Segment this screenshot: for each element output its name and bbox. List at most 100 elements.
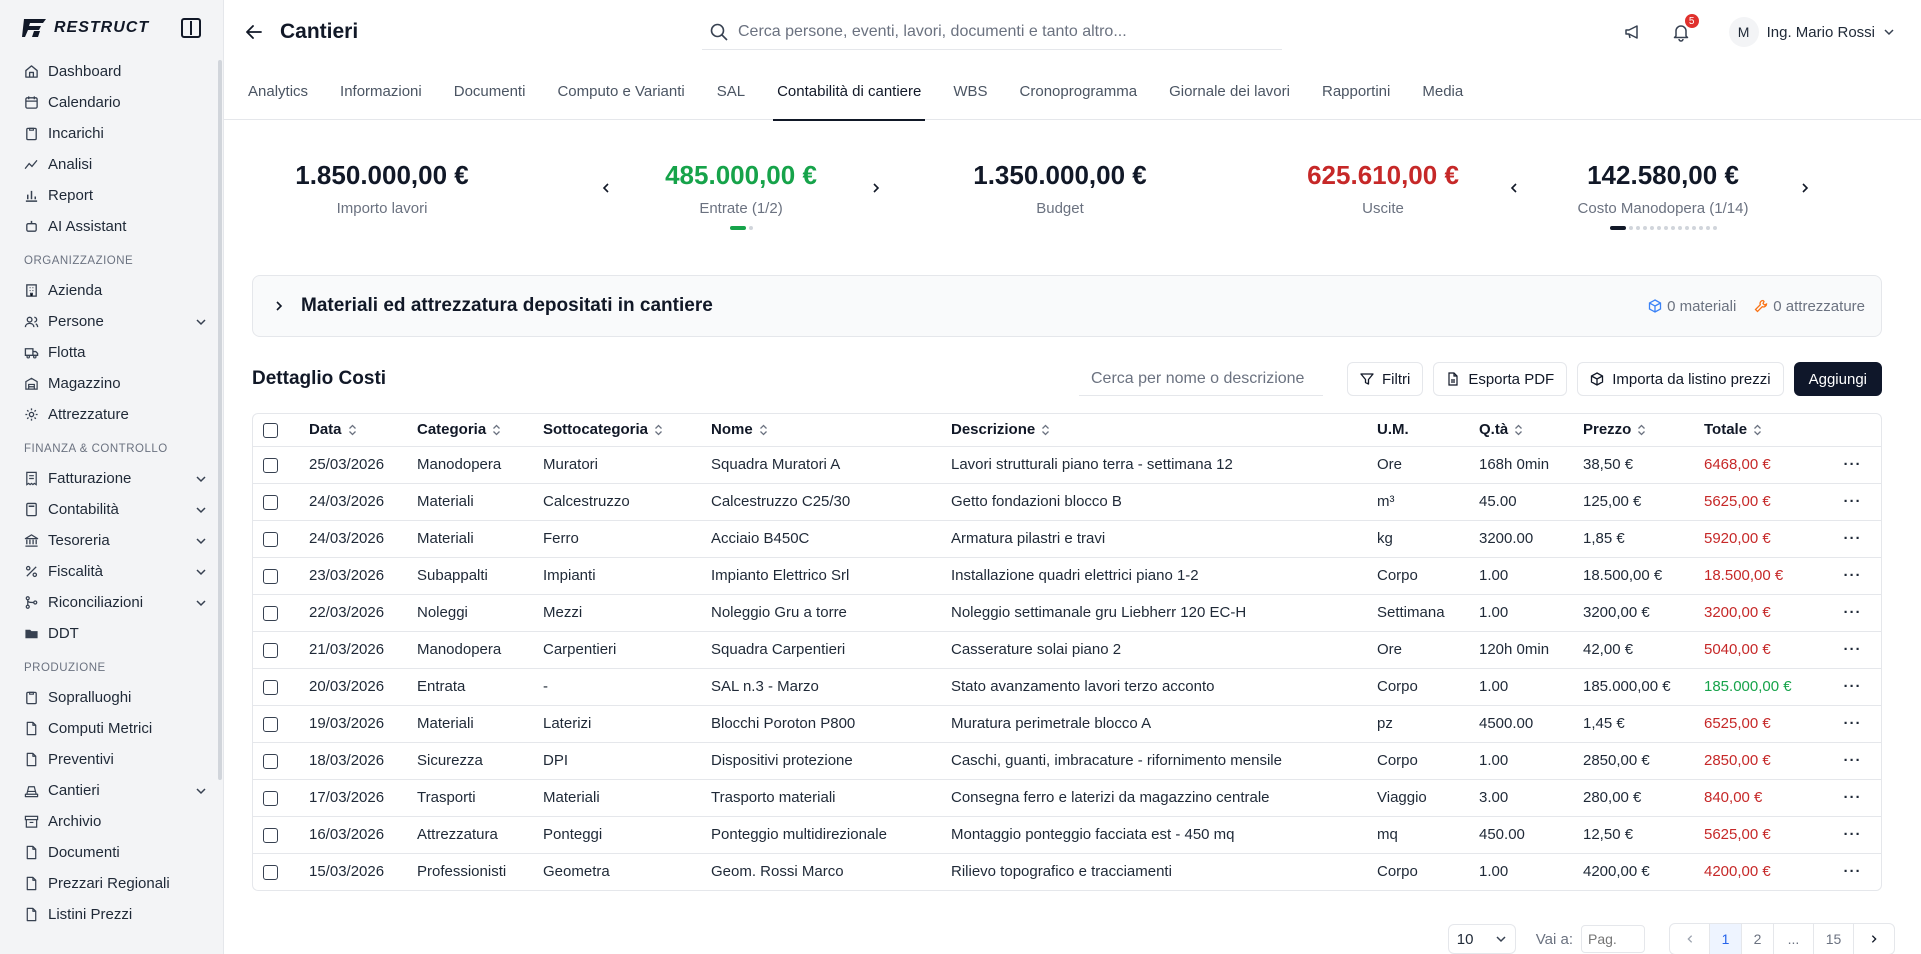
tab-analytics[interactable]: Analytics [248,64,324,120]
sidebar-item-fiscalita[interactable]: Fiscalità [24,556,209,587]
carousel-dot[interactable] [729,226,746,230]
materials-panel[interactable]: Materiali ed attrezzatura depositati in … [252,275,1882,337]
tab-giornale-dei-lavori[interactable]: Giornale dei lavori [1153,64,1306,120]
carousel-dot[interactable] [1635,226,1640,230]
table-row[interactable]: 22/03/2026 Noleggi Mezzi Noleggio Gru a tor… [253,594,1881,632]
tab-informazioni[interactable]: Informazioni [324,64,438,120]
sort-icon[interactable] [654,424,663,436]
carousel-dot[interactable] [1642,226,1647,230]
goto-page-input[interactable] [1581,925,1645,953]
carousel-dot[interactable] [1705,226,1710,230]
row-checkbox[interactable] [263,494,278,510]
column-header[interactable]: U.M. [1377,414,1479,447]
table-row[interactable]: 19/03/2026 Materiali Laterizi Blocchi Porot… [253,705,1881,743]
carousel-dot[interactable] [1712,226,1717,230]
row-actions-icon[interactable]: ··· [1824,742,1881,780]
row-checkbox[interactable] [263,642,278,658]
tab-contabilita-di-cantiere[interactable]: Contabilità di cantiere [761,64,937,121]
table-row[interactable]: 18/03/2026 Sicurezza DPI Dispositivi protez… [253,742,1881,780]
table-row[interactable]: 15/03/2026 Professionisti Geometra Geom. Ro… [253,853,1881,890]
next-page-button[interactable] [1854,924,1894,954]
sidebar-item-ddt[interactable]: DDT [24,618,209,649]
sidebar-item-tesoreria[interactable]: Tesoreria [24,525,209,556]
row-actions-icon[interactable]: ··· [1824,446,1881,484]
tab-rapportini[interactable]: Rapportini [1306,64,1406,120]
sidebar-item-sopralluoghi[interactable]: Sopralluoghi [24,682,209,713]
sidebar-item-cantieri[interactable]: Cantieri [24,775,209,806]
kpi-entrate-prev[interactable] [594,176,618,200]
row-actions-icon[interactable]: ··· [1824,816,1881,854]
sidebar-item-incarichi[interactable]: Incarichi [24,118,209,149]
sidebar-item-persone[interactable]: Persone [24,306,209,337]
sidebar-item-report[interactable]: Report [24,180,209,211]
kpi-entrate-next[interactable] [864,176,888,200]
row-checkbox[interactable] [263,864,278,880]
back-button[interactable] [240,18,268,46]
tab-computo-e-varianti[interactable]: Computo e Varianti [541,64,700,120]
carousel-dot[interactable] [1684,226,1689,230]
kpi-manodopera-prev[interactable] [1502,176,1526,200]
row-actions-icon[interactable]: ··· [1824,520,1881,558]
sidebar-item-fatturazione[interactable]: Fatturazione [24,463,209,494]
carousel-dot[interactable] [1677,226,1682,230]
sort-icon[interactable] [1514,424,1523,436]
carousel-dot[interactable] [1649,226,1654,230]
column-header[interactable]: Data [309,414,417,447]
announcements-button[interactable] [1619,18,1647,46]
sidebar-item-analisi[interactable]: Analisi [24,149,209,180]
row-actions-icon[interactable]: ··· [1824,705,1881,743]
row-actions-icon[interactable]: ··· [1824,779,1881,817]
sort-icon[interactable] [1041,424,1050,436]
filters-button[interactable]: Filtri [1347,362,1424,396]
tab-cronoprogramma[interactable]: Cronoprogramma [1004,64,1154,120]
table-row[interactable]: 20/03/2026 Entrata - SAL n.3 - Marzo Stato a… [253,668,1881,706]
sidebar-item-listini-prezzi[interactable]: Listini Prezzi [24,899,209,930]
row-checkbox[interactable] [263,457,278,473]
sidebar-item-azienda[interactable]: Azienda [24,275,209,306]
carousel-dot[interactable] [1663,226,1668,230]
sort-icon[interactable] [348,424,357,436]
tab-media[interactable]: Media [1406,64,1479,120]
kpi-manodopera-next[interactable] [1793,176,1817,200]
row-checkbox[interactable] [263,531,278,547]
sort-icon[interactable] [759,424,768,436]
sidebar-item-archivio[interactable]: Archivio [24,806,209,837]
tab-wbs[interactable]: WBS [937,64,1003,120]
table-row[interactable]: 23/03/2026 Subappalti Impianti Impianto Ele… [253,557,1881,595]
row-checkbox[interactable] [263,568,278,584]
column-header[interactable]: Totale [1704,414,1824,447]
row-checkbox[interactable] [263,753,278,769]
sidebar-item-ai-assistant[interactable]: AI Assistant [24,211,209,242]
sidebar-item-magazzino[interactable]: Magazzino [24,368,209,399]
column-header[interactable]: Categoria [417,414,543,447]
carousel-dot[interactable] [1656,226,1661,230]
sort-icon[interactable] [492,424,501,436]
carousel-dot[interactable] [748,226,753,230]
row-actions-icon[interactable]: ··· [1824,631,1881,669]
page-button[interactable]: 15 [1814,924,1854,954]
column-header[interactable]: Nome [711,414,951,447]
sidebar-item-calendario[interactable]: Calendario [24,87,209,118]
page-button[interactable]: 1 [1710,924,1742,954]
row-checkbox[interactable] [263,790,278,806]
user-menu[interactable]: M Ing. Mario Rossi [1728,17,1895,47]
sort-icon[interactable] [1637,424,1646,436]
sidebar-item-riconciliazioni[interactable]: Riconciliazioni [24,587,209,618]
column-header[interactable]: Sottocategoria [543,414,711,447]
add-cost-button[interactable]: Aggiungi [1793,362,1882,396]
sort-icon[interactable] [1753,424,1762,436]
page-button[interactable]: ... [1774,924,1814,954]
notifications-button[interactable]: 5 [1667,12,1701,46]
row-actions-icon[interactable]: ··· [1824,668,1881,706]
sidebar-item-prezzari-regionali[interactable]: Prezzari Regionali [24,868,209,899]
column-header[interactable]: Q.tà [1479,414,1583,447]
row-checkbox[interactable] [263,827,278,843]
table-row[interactable]: 24/03/2026 Materiali Ferro Acciaio B450C Arm… [253,520,1881,558]
sidebar-scrollbar[interactable] [218,60,222,780]
costs-search-input[interactable] [1091,369,1311,388]
row-actions-icon[interactable]: ··· [1824,483,1881,521]
row-actions-icon[interactable]: ··· [1824,853,1881,890]
column-header[interactable]: Prezzo [1583,414,1704,447]
column-header[interactable]: Descrizione [951,414,1377,447]
sidebar-item-preventivi[interactable]: Preventivi [24,744,209,775]
